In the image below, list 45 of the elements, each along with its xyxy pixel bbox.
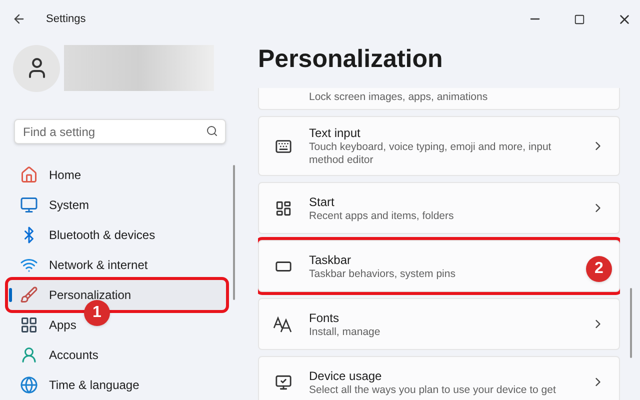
settings-card[interactable]: Start Recent apps and items, folders xyxy=(258,182,620,234)
card-title: Device usage xyxy=(309,368,382,384)
scrollbar[interactable] xyxy=(630,288,632,358)
fonts-icon xyxy=(273,315,293,333)
page-title: Personalization xyxy=(258,44,444,74)
card-subtitle: Taskbar behaviors, system pins xyxy=(309,268,456,280)
selection-indicator xyxy=(9,288,12,302)
settings-card[interactable]: Text input Touch keyboard, voice typing, emoji and more, input method editor xyxy=(258,116,620,176)
person-icon xyxy=(20,346,38,364)
card-subtitle: Install, manage xyxy=(309,326,382,338)
maximize-icon[interactable] xyxy=(574,14,585,24)
keyboard-icon xyxy=(274,138,292,154)
settings-card[interactable]: Device usage Select all the ways you plan to use your device to get xyxy=(258,356,620,400)
nav-item[interactable]: Accounts xyxy=(8,340,104,370)
card-title: Text input xyxy=(309,125,360,141)
nav-item[interactable]: Home xyxy=(8,160,88,190)
card-title: Start xyxy=(309,194,334,210)
settings-card[interactable]: Fonts Install, manage xyxy=(258,298,620,350)
home-icon xyxy=(20,166,38,184)
settings-card[interactable]: Lock screen images, apps, animations xyxy=(258,88,620,110)
back-icon[interactable] xyxy=(12,12,26,26)
search-icon xyxy=(206,125,218,137)
card-subtitle: Select all the ways you plan to use your device to get xyxy=(309,384,557,396)
card-subtitle: Touch keyboard, voice typing, emoji and more, input method editor xyxy=(309,141,552,167)
nav-item[interactable]: Bluetooth & devices xyxy=(8,220,162,250)
search-field[interactable]: Find a setting xyxy=(14,119,226,144)
card-title: Taskbar xyxy=(309,252,352,268)
globe-icon xyxy=(20,376,38,394)
nav-item[interactable]: Apps xyxy=(8,310,82,340)
monitor-check-icon xyxy=(274,374,292,390)
apps-icon xyxy=(20,316,38,334)
card-subtitle: Recent apps and items, folders xyxy=(309,210,455,222)
card-title: Fonts xyxy=(309,310,340,326)
monitor-icon xyxy=(20,196,38,214)
nav-item[interactable]: Network & internet xyxy=(8,250,154,280)
start-menu-icon xyxy=(274,200,292,216)
nav-item[interactable]: Time & language xyxy=(8,370,146,400)
avatar[interactable] xyxy=(13,44,60,92)
brush-icon xyxy=(20,286,38,304)
wifi-icon xyxy=(20,256,38,274)
scrollbar[interactable] xyxy=(233,165,235,300)
window-title: Settings xyxy=(46,12,86,27)
card-subtitle: Lock screen images, apps, animations xyxy=(309,90,489,104)
callout-badge: 1 xyxy=(84,300,110,326)
nav-item[interactable]: System xyxy=(8,190,96,220)
